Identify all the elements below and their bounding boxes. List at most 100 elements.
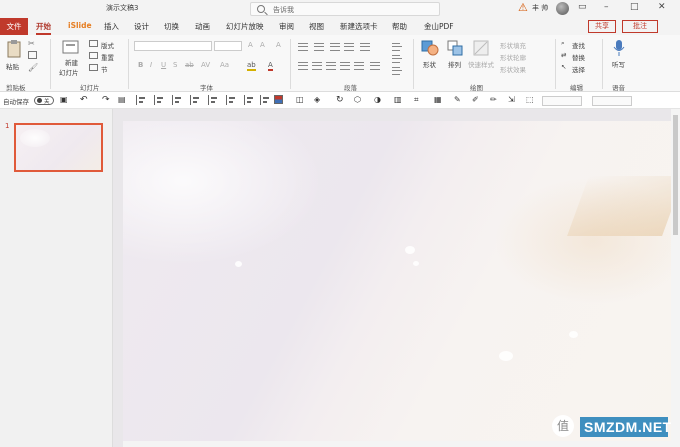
- vertical-scrollbar[interactable]: [671, 109, 680, 447]
- scrollbar-thumb[interactable]: [673, 115, 678, 235]
- align-top-objects-icon[interactable]: [190, 95, 200, 105]
- crop-icon[interactable]: ⌗: [414, 95, 424, 105]
- bold-icon[interactable]: B: [138, 61, 143, 69]
- underline-icon[interactable]: U: [161, 61, 166, 69]
- change-case-icon[interactable]: Aa: [220, 61, 229, 69]
- format-painter-icon[interactable]: 🖌: [28, 63, 38, 72]
- tab-home[interactable]: 开始: [36, 21, 51, 35]
- search-box[interactable]: 告诉我: [250, 2, 440, 16]
- arrange-icon[interactable]: [446, 39, 466, 57]
- clear-format-icon[interactable]: A: [276, 41, 281, 49]
- save-icon[interactable]: ▣: [60, 95, 70, 105]
- warning-icon[interactable]: ⚠: [518, 1, 528, 14]
- align-bottom-objects-icon[interactable]: [226, 95, 236, 105]
- align-center-objects-icon[interactable]: [154, 95, 164, 105]
- tab-file[interactable]: 文件: [0, 18, 28, 35]
- tab-review[interactable]: 审阅: [279, 21, 294, 32]
- shape-fill-icon[interactable]: ◈: [314, 95, 324, 105]
- shape-fill-button[interactable]: 形状填充: [500, 40, 526, 50]
- align-left-objects-icon[interactable]: [136, 95, 146, 105]
- find-icon[interactable]: ⌕: [561, 39, 565, 48]
- reset-label[interactable]: 重置: [101, 52, 114, 62]
- width-spinner[interactable]: [542, 96, 582, 106]
- close-icon[interactable]: ✕: [658, 2, 666, 12]
- reset-icon[interactable]: [89, 52, 98, 59]
- distribute-icon[interactable]: [354, 62, 364, 70]
- shape-outline-icon[interactable]: ⬡: [354, 95, 364, 105]
- shadow-icon[interactable]: S: [173, 61, 177, 69]
- height-spinner[interactable]: [592, 96, 632, 106]
- strikethrough-icon[interactable]: ab: [185, 61, 194, 69]
- undo-icon[interactable]: ↶: [80, 95, 90, 105]
- layout-label[interactable]: 版式: [101, 40, 114, 50]
- avatar[interactable]: [556, 2, 569, 15]
- tab-kingsoft-pdf[interactable]: 金山PDF: [424, 21, 454, 32]
- section-label[interactable]: 节: [101, 64, 108, 74]
- horizontal-scrollbar[interactable]: [123, 441, 673, 447]
- new-slide-icon[interactable]: [62, 39, 80, 55]
- increase-indent-icon[interactable]: [344, 43, 354, 51]
- comment-button[interactable]: 批注: [622, 20, 658, 33]
- group-color-icon[interactable]: [274, 95, 283, 104]
- layout-icon[interactable]: [89, 40, 98, 47]
- paste-icon[interactable]: [6, 39, 22, 59]
- increase-font-icon[interactable]: A: [248, 41, 253, 49]
- decrease-font-icon[interactable]: A: [260, 41, 265, 49]
- numbering-icon[interactable]: [314, 43, 324, 51]
- align-center-icon[interactable]: [312, 62, 322, 70]
- rotate-icon[interactable]: ↻: [336, 95, 346, 105]
- font-color-icon[interactable]: A: [268, 61, 273, 71]
- tab-new-tab[interactable]: 新建选项卡: [340, 21, 378, 32]
- justify-icon[interactable]: [340, 62, 350, 70]
- user-name[interactable]: 丰 帅: [532, 3, 548, 13]
- align-right-objects-icon[interactable]: [172, 95, 182, 105]
- maximize-icon[interactable]: □: [630, 2, 639, 12]
- align-middle-objects-icon[interactable]: [208, 95, 218, 105]
- ribbon-display-icon[interactable]: ▭: [578, 2, 587, 12]
- text-direction-icon[interactable]: [392, 43, 402, 51]
- pen-icon[interactable]: ✏: [490, 95, 500, 105]
- color-picker-icon[interactable]: ✎: [454, 95, 464, 105]
- bullets-icon[interactable]: [298, 43, 308, 51]
- resize-icon[interactable]: ⇲: [508, 95, 518, 105]
- microphone-icon[interactable]: [612, 39, 626, 57]
- tab-animations[interactable]: 动画: [195, 21, 210, 32]
- minimize-icon[interactable]: –: [604, 2, 609, 12]
- replace-button[interactable]: 替换: [572, 52, 585, 62]
- distribute-vertical-icon[interactable]: [260, 95, 270, 105]
- font-name-select[interactable]: [134, 41, 212, 51]
- cut-icon[interactable]: ✂: [28, 39, 35, 48]
- line-spacing-icon[interactable]: [360, 43, 370, 51]
- align-text-icon[interactable]: [392, 55, 402, 63]
- tab-design[interactable]: 设计: [134, 21, 149, 32]
- font-size-select[interactable]: [214, 41, 242, 51]
- distribute-horizontal-icon[interactable]: [244, 95, 254, 105]
- eyedropper-icon[interactable]: ✐: [472, 95, 482, 105]
- slide-canvas[interactable]: [123, 121, 680, 447]
- text-box-icon[interactable]: ▦: [434, 95, 444, 105]
- width-icon[interactable]: ⬚: [526, 95, 536, 105]
- tab-slideshow[interactable]: 幻灯片放映: [226, 21, 264, 32]
- select-button[interactable]: 选择: [572, 64, 585, 74]
- highlight-icon[interactable]: ab: [247, 61, 256, 71]
- replace-icon[interactable]: ⇄: [561, 51, 566, 59]
- columns-icon[interactable]: [370, 62, 380, 70]
- italic-icon[interactable]: I: [150, 61, 152, 69]
- shapes-icon[interactable]: [420, 39, 440, 57]
- tab-insert[interactable]: 插入: [104, 21, 119, 32]
- start-slideshow-icon[interactable]: ▤: [118, 95, 128, 105]
- autosave-toggle[interactable]: 关: [34, 96, 54, 105]
- layer-icon[interactable]: ◫: [296, 95, 306, 105]
- tab-islide[interactable]: iSlide: [68, 21, 92, 30]
- shape-outline-button[interactable]: 形状轮廓: [500, 52, 526, 62]
- select-icon[interactable]: ↖: [561, 63, 566, 71]
- slide-thumbnail[interactable]: [14, 123, 103, 172]
- align-right-icon[interactable]: [326, 62, 336, 70]
- align-left-icon[interactable]: [298, 62, 308, 70]
- quick-styles-icon[interactable]: [472, 39, 492, 57]
- tab-view[interactable]: 视图: [309, 21, 324, 32]
- spacing-icon[interactable]: AV: [201, 61, 210, 69]
- reflect-icon[interactable]: ◑: [374, 95, 384, 105]
- share-button[interactable]: 共享: [588, 20, 616, 33]
- copy-icon[interactable]: [28, 51, 37, 59]
